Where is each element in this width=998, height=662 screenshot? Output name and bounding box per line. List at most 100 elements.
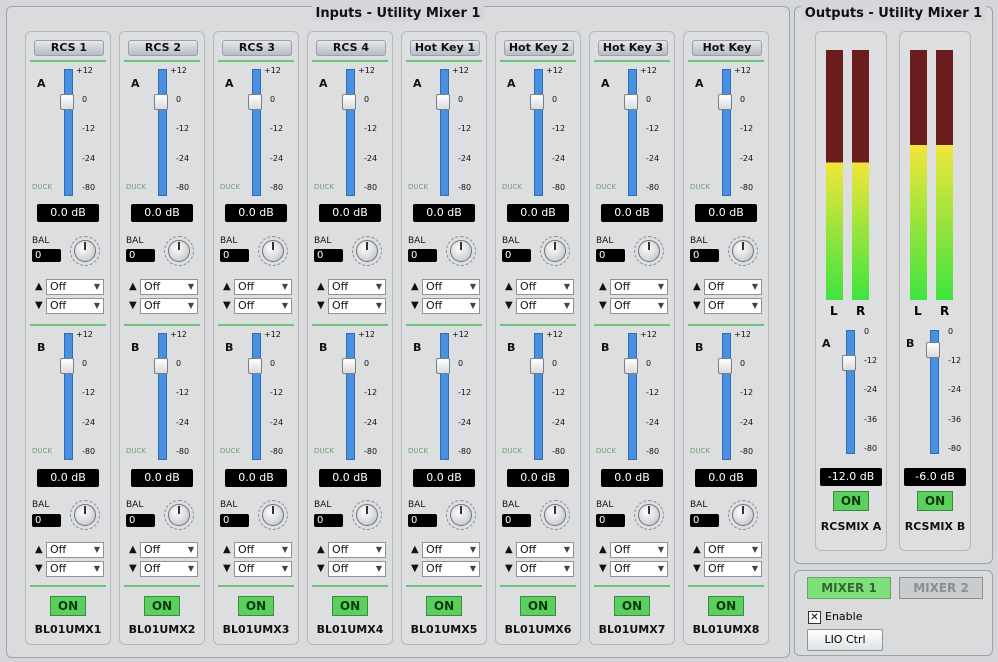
balance-a-value[interactable]: 0 <box>408 249 437 262</box>
assign-a-down-select[interactable]: Off ▼ <box>422 298 480 314</box>
assign-a-down-select[interactable]: Off ▼ <box>610 298 668 314</box>
fader-handle-b[interactable] <box>718 358 732 374</box>
fader-b-db-readout[interactable]: 0.0 dB <box>601 469 663 487</box>
fader-b-db-readout[interactable]: 0.0 dB <box>131 469 193 487</box>
balance-b-value[interactable]: 0 <box>690 514 719 527</box>
fader-a-db-readout[interactable]: 0.0 dB <box>131 204 193 222</box>
assign-b-up-select[interactable]: Off ▼ <box>610 542 668 558</box>
assign-b-down-select[interactable]: Off ▼ <box>328 561 386 577</box>
balance-a-knob[interactable] <box>732 240 754 262</box>
assign-b-down-select[interactable]: Off ▼ <box>422 561 480 577</box>
balance-b-value[interactable]: 0 <box>126 514 155 527</box>
assign-a-up-select[interactable]: Off ▼ <box>516 279 574 295</box>
assign-a-up-select[interactable]: Off ▼ <box>46 279 104 295</box>
assign-a-down-select[interactable]: Off ▼ <box>140 298 198 314</box>
fader-handle-b[interactable] <box>436 358 450 374</box>
balance-a-knob[interactable] <box>638 240 660 262</box>
assign-b-down-select[interactable]: Off ▼ <box>46 561 104 577</box>
fader-a-db-readout[interactable]: 0.0 dB <box>695 204 757 222</box>
channel-on-button[interactable]: ON <box>332 596 368 616</box>
assign-b-up-select[interactable]: Off ▼ <box>704 542 762 558</box>
channel-label[interactable]: Hot Key 1 <box>410 40 480 56</box>
output-on-button[interactable]: ON <box>833 491 869 511</box>
channel-label[interactable]: RCS 1 <box>34 40 104 56</box>
fader-track-b[interactable] <box>722 333 731 460</box>
fader-track-a[interactable] <box>628 69 637 196</box>
fader-track-b[interactable] <box>158 333 167 460</box>
assign-b-up-select[interactable]: Off ▼ <box>422 542 480 558</box>
assign-a-up-select[interactable]: Off ▼ <box>422 279 480 295</box>
mixer-2-button[interactable]: MIXER 2 <box>899 577 983 599</box>
balance-b-knob[interactable] <box>262 504 284 526</box>
channel-on-button[interactable]: ON <box>708 596 744 616</box>
fader-handle-b[interactable] <box>154 358 168 374</box>
fader-a-db-readout[interactable]: 0.0 dB <box>319 204 381 222</box>
balance-b-knob[interactable] <box>638 504 660 526</box>
fader-handle-a[interactable] <box>436 94 450 110</box>
assign-b-up-select[interactable]: Off ▼ <box>140 542 198 558</box>
fader-track-a[interactable] <box>64 69 73 196</box>
balance-a-value[interactable]: 0 <box>220 249 249 262</box>
output-fader-track[interactable] <box>846 330 855 454</box>
channel-label[interactable]: Hot Key <box>692 40 762 56</box>
channel-on-button[interactable]: ON <box>614 596 650 616</box>
fader-a-db-readout[interactable]: 0.0 dB <box>37 204 99 222</box>
fader-handle-a[interactable] <box>248 94 262 110</box>
assign-a-down-select[interactable]: Off ▼ <box>234 298 292 314</box>
fader-handle-a[interactable] <box>530 94 544 110</box>
fader-b-db-readout[interactable]: 0.0 dB <box>319 469 381 487</box>
balance-b-knob[interactable] <box>544 504 566 526</box>
channel-label[interactable]: RCS 3 <box>222 40 292 56</box>
assign-b-down-select[interactable]: Off ▼ <box>516 561 574 577</box>
balance-a-value[interactable]: 0 <box>126 249 155 262</box>
balance-b-value[interactable]: 0 <box>596 514 625 527</box>
balance-a-knob[interactable] <box>168 240 190 262</box>
channel-on-button[interactable]: ON <box>144 596 180 616</box>
assign-b-down-select[interactable]: Off ▼ <box>140 561 198 577</box>
balance-a-value[interactable]: 0 <box>32 249 61 262</box>
balance-b-knob[interactable] <box>74 504 96 526</box>
channel-on-button[interactable]: ON <box>238 596 274 616</box>
fader-handle-b[interactable] <box>60 358 74 374</box>
balance-b-knob[interactable] <box>168 504 190 526</box>
assign-a-up-select[interactable]: Off ▼ <box>704 279 762 295</box>
assign-b-down-select[interactable]: Off ▼ <box>704 561 762 577</box>
assign-a-up-select[interactable]: Off ▼ <box>328 279 386 295</box>
fader-a-db-readout[interactable]: 0.0 dB <box>413 204 475 222</box>
fader-handle-a[interactable] <box>60 94 74 110</box>
fader-track-b[interactable] <box>252 333 261 460</box>
balance-a-value[interactable]: 0 <box>690 249 719 262</box>
output-fader-handle[interactable] <box>926 342 940 358</box>
assign-b-up-select[interactable]: Off ▼ <box>234 542 292 558</box>
fader-b-db-readout[interactable]: 0.0 dB <box>695 469 757 487</box>
fader-handle-b[interactable] <box>248 358 262 374</box>
channel-on-button[interactable]: ON <box>426 596 462 616</box>
fader-track-b[interactable] <box>534 333 543 460</box>
balance-b-value[interactable]: 0 <box>220 514 249 527</box>
fader-a-db-readout[interactable]: 0.0 dB <box>225 204 287 222</box>
channel-on-button[interactable]: ON <box>520 596 556 616</box>
balance-b-knob[interactable] <box>450 504 472 526</box>
fader-b-db-readout[interactable]: 0.0 dB <box>225 469 287 487</box>
balance-a-value[interactable]: 0 <box>314 249 343 262</box>
balance-a-knob[interactable] <box>74 240 96 262</box>
output-fader-handle[interactable] <box>842 355 856 371</box>
lio-ctrl-button[interactable]: LIO Ctrl <box>807 629 883 651</box>
fader-track-b[interactable] <box>346 333 355 460</box>
assign-a-down-select[interactable]: Off ▼ <box>328 298 386 314</box>
balance-b-knob[interactable] <box>356 504 378 526</box>
fader-b-db-readout[interactable]: 0.0 dB <box>507 469 569 487</box>
balance-b-value[interactable]: 0 <box>32 514 61 527</box>
balance-a-knob[interactable] <box>262 240 284 262</box>
balance-a-knob[interactable] <box>356 240 378 262</box>
assign-b-up-select[interactable]: Off ▼ <box>328 542 386 558</box>
balance-a-value[interactable]: 0 <box>502 249 531 262</box>
fader-handle-b[interactable] <box>530 358 544 374</box>
fader-track-b[interactable] <box>64 333 73 460</box>
balance-b-value[interactable]: 0 <box>408 514 437 527</box>
fader-track-a[interactable] <box>158 69 167 196</box>
fader-handle-b[interactable] <box>342 358 356 374</box>
balance-a-knob[interactable] <box>450 240 472 262</box>
fader-handle-a[interactable] <box>624 94 638 110</box>
assign-a-up-select[interactable]: Off ▼ <box>610 279 668 295</box>
